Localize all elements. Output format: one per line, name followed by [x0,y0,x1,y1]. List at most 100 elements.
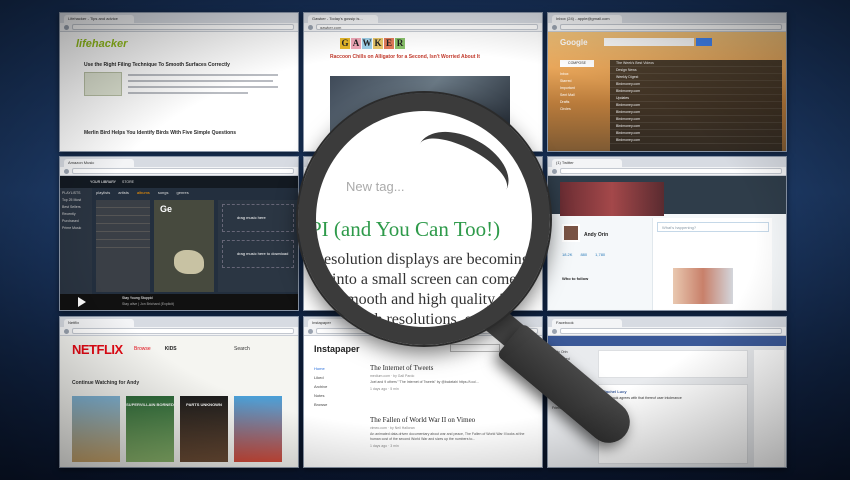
email-row[interactable]: Design News [610,67,782,74]
sidebar-item-notes[interactable]: Notes [314,393,358,402]
album-art[interactable]: Ge [154,200,214,292]
sidebar-item[interactable]: Recently [62,212,90,216]
email-row[interactable]: Birdmoney.com [610,137,782,144]
back-icon[interactable] [552,328,557,334]
email-row[interactable]: Birdmoney.com [610,109,782,116]
label-item[interactable]: Sent Mail [560,93,604,98]
profile-name[interactable]: Andy Orin [584,232,608,238]
address-bar[interactable]: gawker.com [316,24,538,30]
drop-zone[interactable]: drag music here [222,204,294,232]
browser-tab[interactable]: Gawker - Today's gossip is... [308,15,378,23]
download-zone[interactable]: drag music here to download [222,240,294,268]
post-author[interactable]: Rachel Lucy [603,389,743,394]
netflix-window[interactable]: Netflix NETFLIX Browse KIDS Search Conti… [59,316,299,468]
search-button[interactable] [696,38,712,46]
tab-songs[interactable]: songs [158,190,169,195]
back-icon[interactable] [64,328,69,334]
sidebar-item-browse[interactable]: Browse [314,402,358,411]
address-bar[interactable] [72,328,294,334]
email-row[interactable]: Weekly Digest [610,74,782,81]
composer[interactable] [598,350,748,378]
sidebar-item[interactable]: Purchased [62,219,90,223]
google-logo[interactable]: Google [560,38,588,47]
back-icon[interactable] [552,168,557,174]
sidebar-item-home[interactable]: Home [314,366,358,375]
twitter-window[interactable]: (1) Twitter Andy Orin 18.2K 880 1,780 Wh… [547,156,787,311]
back-icon[interactable] [552,24,557,30]
email-row[interactable]: Updates [610,95,782,102]
sidebar-item[interactable]: Best Sellers [62,205,90,209]
label-item[interactable]: Starred [560,79,604,84]
article-headline[interactable]: Raccoon Chills on Alligator for a Second… [330,54,480,60]
lifehacker-logo[interactable]: lifehacker [76,38,127,50]
browser-tab[interactable]: Amazon Music [64,159,134,167]
sidebar-item[interactable]: Top 25 Most [62,198,90,202]
address-bar[interactable] [560,24,782,30]
label-item[interactable]: Circles [560,107,604,112]
amazon-music-window[interactable]: Amazon Music YOUR LIBRARY STORE PLAYLIST… [59,156,299,311]
sidebar-item[interactable]: Prime Music [62,226,90,230]
article-headline[interactable]: Use the Right Filing Technique To Smooth… [84,62,230,68]
label-item[interactable]: Important [560,86,604,91]
tweets-count[interactable]: 18.2K [562,252,572,257]
album-row[interactable] [96,232,150,240]
album-row[interactable] [96,216,150,224]
browser-tab[interactable]: Facebook [552,319,622,327]
avatar[interactable] [562,224,580,242]
album-row[interactable] [96,240,150,248]
email-row[interactable]: Birdmoney.com [610,81,782,88]
compose-button[interactable]: COMPOSE [560,60,594,67]
followers-count[interactable]: 1,780 [595,252,605,257]
article-item[interactable]: The Fallen of World War II on Vimeo vime… [370,416,530,448]
tab-artists[interactable]: artists [118,190,129,195]
article-title[interactable]: The Fallen of World War II on Vimeo [370,416,530,424]
browser-tab[interactable]: (1) Twitter [552,159,622,167]
sidebar-item-liked[interactable]: Liked [314,375,358,384]
search-input[interactable] [450,344,500,352]
browser-tab[interactable]: Netflix [64,319,134,327]
article-image[interactable] [84,72,122,96]
tab-playlists[interactable]: playlists [96,190,110,195]
netflix-logo[interactable]: NETFLIX [72,342,123,357]
address-bar[interactable] [560,328,782,334]
nav-kids[interactable]: KIDS [165,346,177,352]
instapaper-logo[interactable]: Instapaper [314,344,360,354]
search-input[interactable] [604,38,694,46]
poster-thumbnail[interactable]: PARTS UNKNOWN [180,396,228,462]
email-row[interactable]: Birdmoney.com [610,116,782,123]
email-row[interactable]: Birdmoney.com [610,102,782,109]
album-row[interactable] [96,208,150,216]
email-row[interactable]: The Week's Best Videos [610,60,782,67]
tab-genres[interactable]: genres [177,190,189,195]
poster-thumbnail[interactable]: SUPERVILLAIN BORNED [126,396,174,462]
back-icon[interactable] [64,24,69,30]
address-bar[interactable] [72,24,294,30]
email-row[interactable]: Birdmoney.com [610,88,782,95]
following-count[interactable]: 880 [580,252,587,257]
poster-thumbnail[interactable] [234,396,282,462]
browser-tab[interactable]: Lifehacker - Tips and advice [64,15,134,23]
article-headline[interactable]: Merlin Bird Helps You Identify Birds Wit… [84,130,236,136]
lifehacker-window[interactable]: Lifehacker - Tips and advice lifehacker … [59,12,299,152]
back-icon[interactable] [64,168,69,174]
play-icon[interactable] [78,297,86,307]
tab-albums[interactable]: albums [137,190,150,195]
article-item[interactable]: The Internet of Tweets medium.com · by G… [370,364,530,391]
album-row[interactable] [96,200,150,208]
address-bar[interactable] [560,168,782,174]
email-row[interactable]: Birdmoney.com [610,130,782,137]
tweet-compose-input[interactable]: What's happening? [657,222,769,232]
poster-thumbnail[interactable] [72,396,120,462]
email-row[interactable]: Birdmoney.com [610,123,782,130]
nav-library[interactable]: YOUR LIBRARY [90,180,116,184]
nav-browse[interactable]: Browse [134,346,151,352]
sidebar-item-archive[interactable]: Archive [314,384,358,393]
nav-store[interactable]: STORE [122,180,134,184]
label-item[interactable]: Drafts [560,100,604,105]
search-button[interactable]: Search [234,346,250,352]
tweet-photo[interactable] [673,268,733,304]
album-row[interactable] [96,224,150,232]
article-title[interactable]: The Internet of Tweets [370,364,530,372]
back-icon[interactable] [308,328,313,334]
gmail-window[interactable]: Inbox (24) - apple@gmail.com Google COMP… [547,12,787,152]
